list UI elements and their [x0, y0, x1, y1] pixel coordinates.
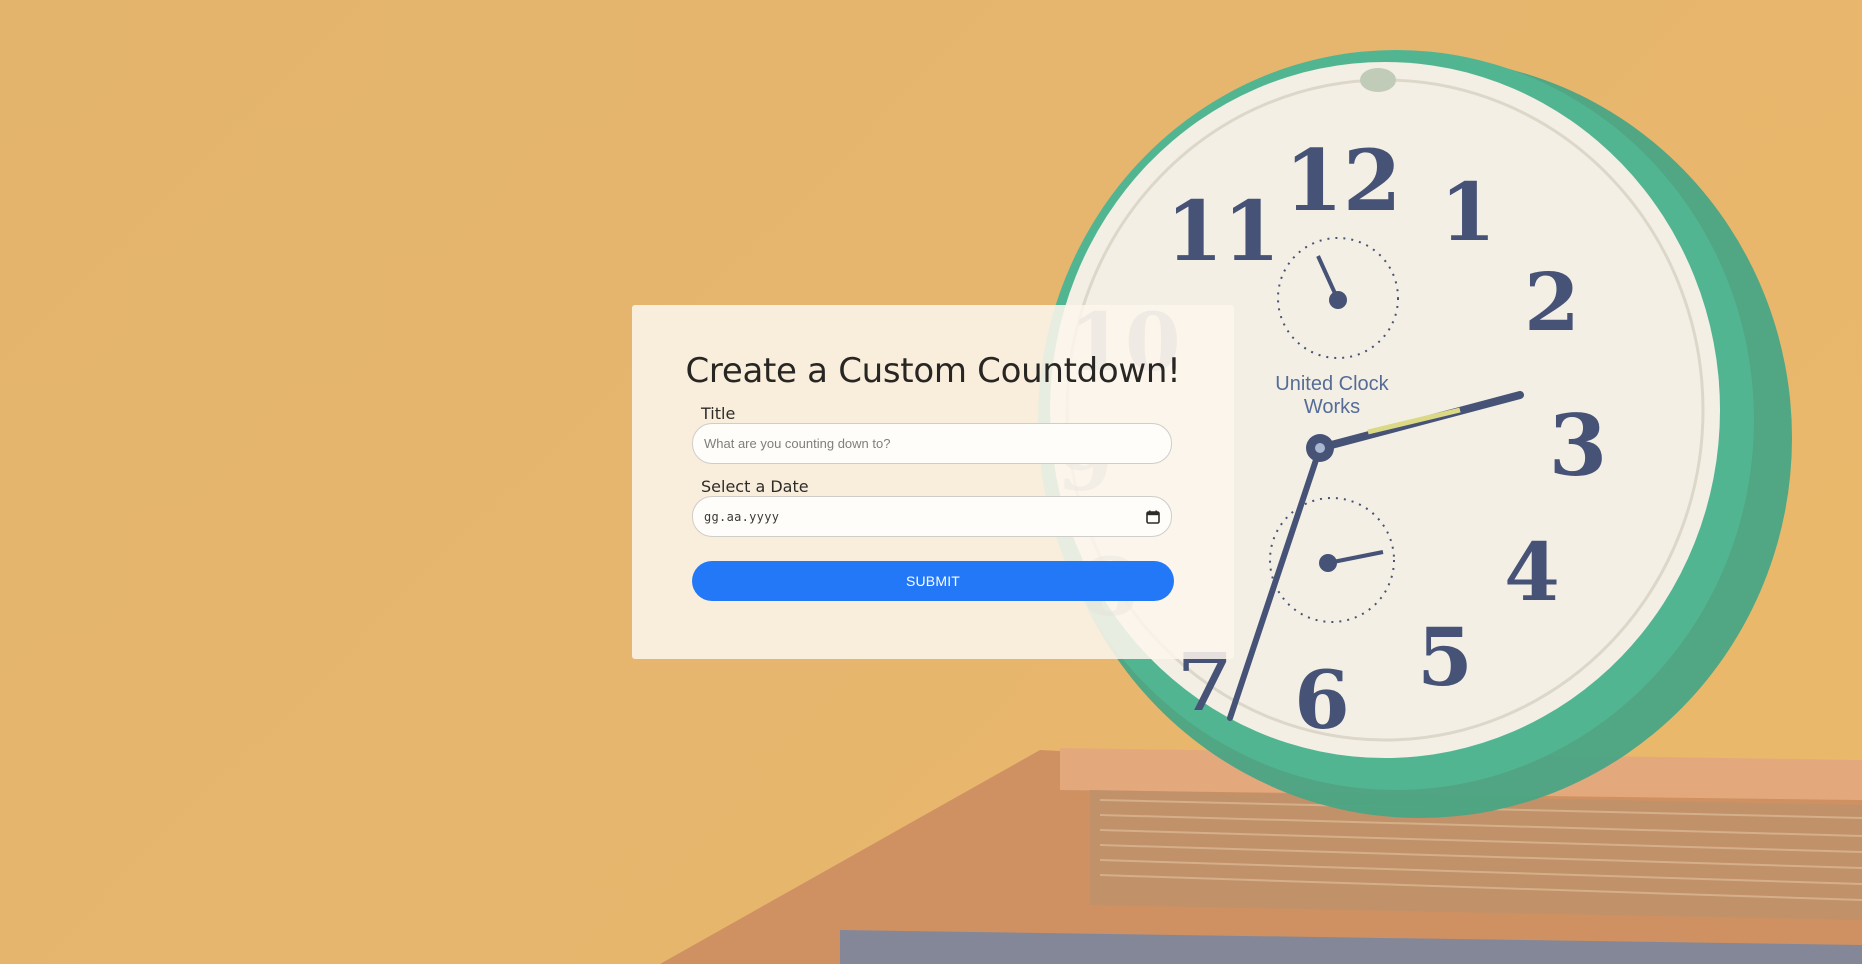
countdown-form-card: Create a Custom Countdown! Title What ar… — [632, 305, 1234, 659]
date-label: Select a Date — [701, 477, 809, 496]
svg-text:5: 5 — [1417, 610, 1473, 704]
title-label: Title — [701, 404, 736, 423]
clock-brand-line2: Works — [1304, 396, 1360, 418]
svg-text:12: 12 — [1285, 131, 1402, 230]
svg-text:2: 2 — [1524, 255, 1580, 349]
svg-text:4: 4 — [1504, 525, 1560, 619]
date-input-placeholder: gg.aa.yyyy — [704, 509, 780, 524]
title-input-placeholder: What are you counting down to? — [704, 436, 891, 451]
title-input[interactable]: What are you counting down to? — [692, 423, 1172, 464]
submit-button[interactable]: SUBMIT — [692, 561, 1174, 601]
calendar-icon[interactable] — [1146, 510, 1160, 524]
countdown-form: Title What are you counting down to? Sel… — [692, 405, 1174, 601]
svg-text:11: 11 — [1166, 184, 1280, 280]
svg-text:3: 3 — [1549, 396, 1607, 495]
page-background: 12 1 2 3 4 5 6 7 8 9 10 11 United Clock … — [0, 0, 1862, 964]
form-heading: Create a Custom Countdown! — [685, 351, 1181, 391]
clock-brand-line1: United Clock — [1275, 373, 1389, 395]
svg-text:6: 6 — [1294, 653, 1350, 747]
date-input[interactable]: gg.aa.yyyy — [692, 496, 1172, 537]
svg-text:1: 1 — [1440, 165, 1496, 259]
